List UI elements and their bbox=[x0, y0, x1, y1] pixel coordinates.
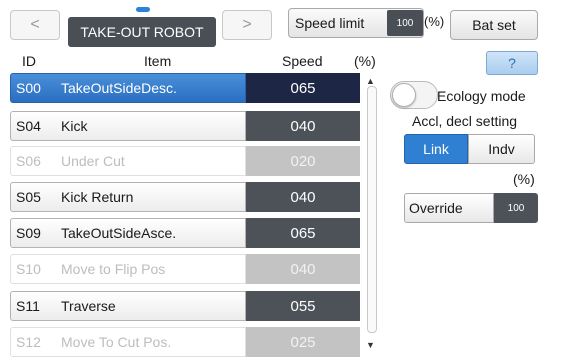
row-item-name: Move to Flip Pos bbox=[61, 261, 166, 277]
link-mode-button[interactable]: Link bbox=[404, 134, 468, 164]
column-header-item: Item bbox=[144, 53, 172, 69]
row-speed-value: 040 bbox=[246, 254, 360, 284]
indv-mode-button[interactable]: Indv bbox=[468, 134, 535, 164]
override-value: 100 bbox=[494, 193, 538, 223]
row-speed-value[interactable]: 040 bbox=[246, 182, 360, 212]
chevron-right-icon: > bbox=[242, 16, 252, 33]
override-label: Override bbox=[409, 200, 463, 216]
page-title-text: TAKE-OUT ROBOT bbox=[80, 24, 204, 40]
row-item-cell[interactable]: S00 TakeOutSideDesc. bbox=[10, 73, 246, 103]
page-indicator bbox=[136, 7, 150, 12]
column-header-id: ID bbox=[22, 53, 36, 69]
table-row[interactable]: S04 Kick 040 bbox=[10, 111, 360, 141]
table-row: S12 Move To Cut Pos. 025 bbox=[10, 327, 360, 357]
override-unit: (%) bbox=[513, 171, 535, 187]
row-item-name: Kick bbox=[61, 118, 88, 134]
row-item-name: TakeOutSideAsce. bbox=[61, 225, 177, 241]
help-button[interactable]: ? bbox=[486, 51, 538, 75]
help-icon: ? bbox=[508, 55, 516, 71]
row-id: S05 bbox=[16, 189, 41, 205]
column-header-unit: (%) bbox=[354, 53, 376, 69]
table-row: S10 Move to Flip Pos 040 bbox=[10, 254, 360, 284]
row-item-cell[interactable]: S04 Kick bbox=[10, 111, 246, 141]
row-speed-value: 025 bbox=[246, 327, 360, 357]
page-title: TAKE-OUT ROBOT bbox=[68, 17, 216, 47]
ecology-mode-label: Ecology mode bbox=[437, 88, 526, 104]
row-id: S09 bbox=[16, 225, 41, 241]
ecology-mode-toggle[interactable] bbox=[390, 81, 438, 109]
speed-limit-label: Speed limit bbox=[295, 15, 365, 31]
row-id: S11 bbox=[16, 298, 40, 314]
row-id: S10 bbox=[16, 261, 41, 277]
row-item-cell[interactable]: S09 TakeOutSideAsce. bbox=[10, 218, 246, 248]
speed-limit-value: 100 bbox=[387, 10, 423, 36]
row-id: S00 bbox=[16, 80, 41, 96]
row-speed-value: 020 bbox=[246, 146, 360, 176]
row-item-name: Traverse bbox=[61, 298, 116, 314]
table-row[interactable]: S00 TakeOutSideDesc. 065 bbox=[10, 73, 360, 103]
row-item-cell[interactable]: S11 Traverse bbox=[10, 291, 246, 321]
row-item-cell: S10 Move to Flip Pos bbox=[10, 254, 246, 284]
row-id: S06 bbox=[16, 153, 41, 169]
override-button[interactable]: Override bbox=[404, 193, 494, 223]
accl-decl-label: Accl, decl setting bbox=[412, 113, 518, 129]
toggle-knob bbox=[392, 83, 416, 107]
table-scrollbar[interactable] bbox=[367, 86, 377, 333]
row-speed-value[interactable]: 055 bbox=[246, 291, 360, 321]
row-speed-value[interactable]: 040 bbox=[246, 111, 360, 141]
row-item-name: TakeOutSideDesc. bbox=[61, 80, 177, 96]
bat-set-label: Bat set bbox=[472, 17, 516, 33]
table-row: S06 Under Cut 020 bbox=[10, 146, 360, 176]
column-header-speed: Speed bbox=[282, 53, 323, 69]
chevron-left-icon: < bbox=[30, 16, 40, 33]
row-item-cell[interactable]: S05 Kick Return bbox=[10, 182, 246, 212]
speed-limit-unit: (%) bbox=[424, 14, 445, 29]
row-speed-value[interactable]: 065 bbox=[246, 218, 360, 248]
next-page-button[interactable]: > bbox=[222, 10, 272, 40]
arrow-up-icon[interactable]: ▲ bbox=[366, 76, 375, 86]
row-item-name: Move To Cut Pos. bbox=[61, 334, 172, 350]
bat-set-button[interactable]: Bat set bbox=[450, 10, 538, 40]
row-item-name: Under Cut bbox=[61, 153, 125, 169]
row-item-cell: S12 Move To Cut Pos. bbox=[10, 327, 246, 357]
table-row[interactable]: S11 Traverse 055 bbox=[10, 291, 360, 321]
row-item-cell: S06 Under Cut bbox=[10, 146, 246, 176]
row-item-name: Kick Return bbox=[61, 189, 134, 205]
table-row[interactable]: S05 Kick Return 040 bbox=[10, 182, 360, 212]
row-speed-value[interactable]: 065 bbox=[246, 73, 360, 103]
arrow-down-icon[interactable]: ▼ bbox=[366, 340, 375, 350]
table-row[interactable]: S09 TakeOutSideAsce. 065 bbox=[10, 218, 360, 248]
prev-page-button[interactable]: < bbox=[10, 10, 60, 40]
row-id: S12 bbox=[16, 334, 41, 350]
row-id: S04 bbox=[16, 118, 41, 134]
